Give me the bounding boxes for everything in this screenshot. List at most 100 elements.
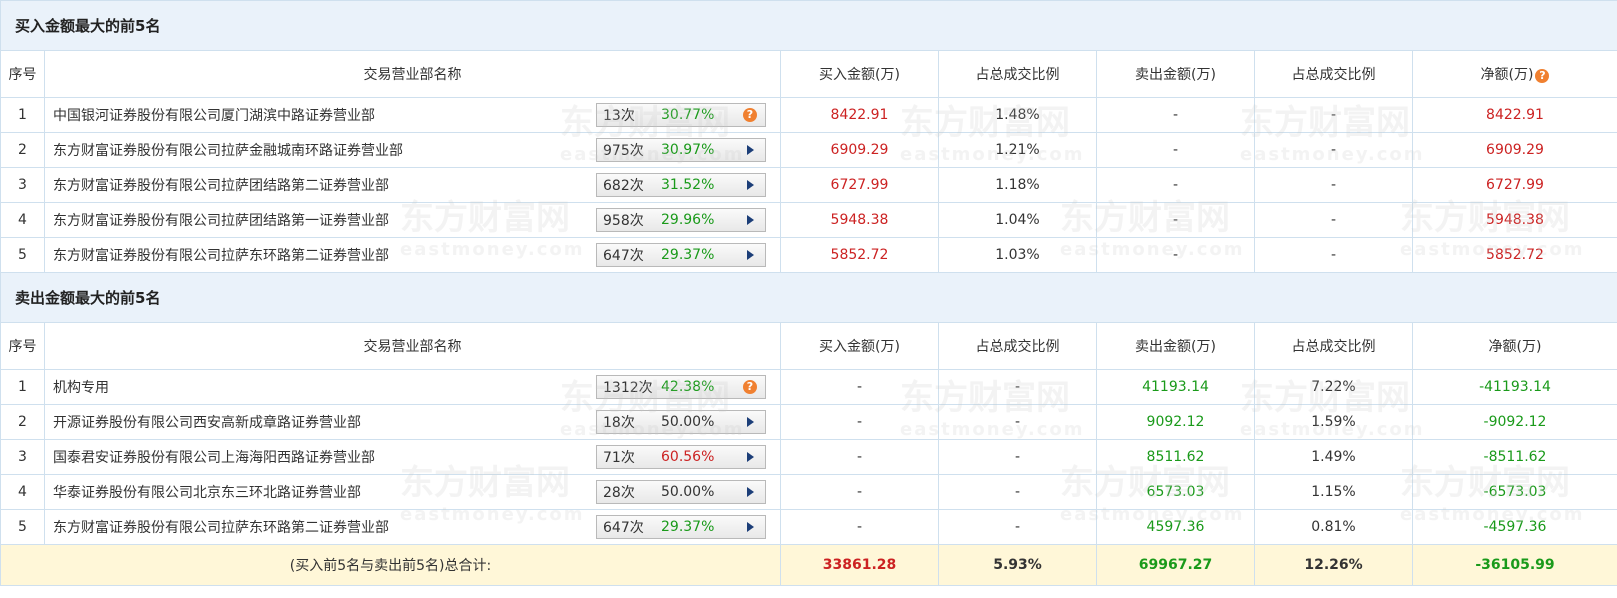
sell-ratio: -: [1254, 167, 1413, 203]
table-row: 2 东方财富证券股份有限公司拉萨金融城南环路证券营业部 975次 30.97% 6909…: [0, 132, 1617, 168]
branch-stats-button[interactable]: 682次 31.52%: [596, 173, 766, 197]
branch-cell: 开源证券股份有限公司西安高新成章路证券营业部 18次 50.00%: [44, 404, 781, 440]
net-amount: -8511.62: [1412, 439, 1617, 475]
branch-stats-button[interactable]: 647次 29.37%: [596, 515, 766, 539]
branch-cell: 东方财富证券股份有限公司拉萨团结路第二证券营业部 682次 31.52%: [44, 167, 781, 203]
total-row: (买入前5名与卖出前5名)总合计: 33861.28 5.93% 69967.27 12…: [0, 544, 1617, 586]
buy-amount: 6909.29: [780, 132, 939, 168]
buy-ratio: -: [938, 474, 1097, 510]
branch-stats-button[interactable]: 28次 50.00%: [596, 480, 766, 504]
table-row: 5 东方财富证券股份有限公司拉萨东环路第二证券营业部 647次 29.37% - -459…: [0, 509, 1617, 545]
net-amount: -4597.36: [1412, 509, 1617, 545]
sell-amount: 41193.14: [1096, 369, 1255, 405]
win-rate: 29.37%: [661, 519, 715, 535]
net-amount: -6573.03: [1412, 474, 1617, 510]
branch-name[interactable]: 东方财富证券股份有限公司拉萨东环路第二证券营业部: [53, 245, 389, 265]
branch-name[interactable]: 东方财富证券股份有限公司拉萨金融城南环路证券营业部: [53, 140, 403, 160]
branch-stats-button[interactable]: 71次 60.56%: [596, 445, 766, 469]
column-header: 净额(万)?: [1412, 50, 1617, 98]
expand-arrow-icon[interactable]: [747, 250, 754, 260]
column-header: 买入金额(万): [780, 322, 939, 370]
appearance-count: 975次: [603, 143, 644, 159]
branch-name[interactable]: 华泰证券股份有限公司北京东三环北路证券营业部: [53, 482, 361, 502]
help-question-icon[interactable]: ?: [1535, 69, 1550, 83]
appearance-count: 71次: [603, 450, 635, 466]
net-amount: 6727.99: [1412, 167, 1617, 203]
buy-ratio: 1.04%: [938, 202, 1097, 238]
buy-amount: 8422.91: [780, 97, 939, 133]
branch-stats-button[interactable]: 958次 29.96%: [596, 208, 766, 232]
expand-arrow-icon[interactable]: [747, 452, 754, 462]
branch-stats-button[interactable]: 1312次 42.38%?: [596, 375, 766, 399]
column-header-label: 净额(万): [1480, 67, 1534, 83]
column-header: 占总成交比例: [938, 322, 1097, 370]
appearance-count: 958次: [603, 213, 644, 229]
branch-cell: 东方财富证券股份有限公司拉萨东环路第二证券营业部 647次 29.37%: [44, 509, 781, 545]
branch-stats-button[interactable]: 975次 30.97%: [596, 138, 766, 162]
branch-name[interactable]: 东方财富证券股份有限公司拉萨团结路第二证券营业部: [53, 175, 389, 195]
buy-amount: -: [780, 439, 939, 475]
total-sell-ratio: 12.26%: [1254, 544, 1413, 586]
row-index: 5: [0, 237, 45, 273]
appearance-count: 647次: [603, 520, 644, 536]
column-header: 交易营业部名称: [44, 50, 781, 98]
expand-arrow-icon[interactable]: [747, 522, 754, 532]
column-header: 占总成交比例: [938, 50, 1097, 98]
sell-ratio: -: [1254, 237, 1413, 273]
question-icon[interactable]: ?: [743, 380, 757, 394]
net-amount: -9092.12: [1412, 404, 1617, 440]
billboard-table: 买入金额最大的前5名 序号 交易营业部名称 买入金额(万) 占总成交比例 卖出金额(万) 占…: [0, 0, 1617, 586]
branch-cell: 中国银河证券股份有限公司厦门湖滨中路证券营业部 13次 30.77%?: [44, 97, 781, 133]
win-rate: 31.52%: [661, 177, 715, 193]
buy-ratio: 1.03%: [938, 237, 1097, 273]
branch-name[interactable]: 机构专用: [53, 377, 109, 397]
appearance-count: 13次: [603, 108, 635, 124]
sell-amount: -: [1096, 167, 1255, 203]
column-header: 净额(万): [1412, 322, 1617, 370]
sell-amount: 6573.03: [1096, 474, 1255, 510]
branch-name[interactable]: 开源证券股份有限公司西安高新成章路证券营业部: [53, 412, 361, 432]
table-row: 3 国泰君安证券股份有限公司上海海阳西路证券营业部 71次 60.56% - -8511.…: [0, 439, 1617, 475]
branch-name[interactable]: 中国银河证券股份有限公司厦门湖滨中路证券营业部: [53, 105, 375, 125]
row-index: 1: [0, 369, 45, 405]
expand-arrow-icon[interactable]: [747, 180, 754, 190]
branch-name[interactable]: 国泰君安证券股份有限公司上海海阳西路证券营业部: [53, 447, 375, 467]
net-amount: -41193.14: [1412, 369, 1617, 405]
column-header: 交易营业部名称: [44, 322, 781, 370]
sell-ratio: -: [1254, 97, 1413, 133]
total-sell: 69967.27: [1096, 544, 1255, 586]
buy-ratio: -: [938, 404, 1097, 440]
sell-amount: -: [1096, 237, 1255, 273]
column-header: 占总成交比例: [1254, 50, 1413, 98]
expand-arrow-icon[interactable]: [747, 145, 754, 155]
question-icon[interactable]: ?: [743, 108, 757, 122]
buy-amount: 6727.99: [780, 167, 939, 203]
buy-amount: -: [780, 369, 939, 405]
column-header: 买入金额(万): [780, 50, 939, 98]
buy-ratio: -: [938, 509, 1097, 545]
branch-stats-button[interactable]: 13次 30.77%?: [596, 103, 766, 127]
expand-arrow-icon[interactable]: [747, 487, 754, 497]
sell-top5-title: 卖出金额最大的前5名: [0, 272, 1617, 323]
branch-name[interactable]: 东方财富证券股份有限公司拉萨东环路第二证券营业部: [53, 517, 389, 537]
buy-amount: -: [780, 509, 939, 545]
buy-ratio: 1.18%: [938, 167, 1097, 203]
branch-name[interactable]: 东方财富证券股份有限公司拉萨团结路第一证券营业部: [53, 210, 389, 230]
sell-ratio: -: [1254, 202, 1413, 238]
buy-amount: -: [780, 474, 939, 510]
branch-stats-button[interactable]: 18次 50.00%: [596, 410, 766, 434]
branch-stats-button[interactable]: 647次 29.37%: [596, 243, 766, 267]
win-rate: 50.00%: [661, 484, 715, 500]
net-amount: 5852.72: [1412, 237, 1617, 273]
row-index: 4: [0, 474, 45, 510]
expand-arrow-icon[interactable]: [747, 417, 754, 427]
table-row: 5 东方财富证券股份有限公司拉萨东环路第二证券营业部 647次 29.37% 5852.…: [0, 237, 1617, 273]
net-amount: 8422.91: [1412, 97, 1617, 133]
appearance-count: 28次: [603, 485, 635, 501]
buy-top5-title-row: 买入金额最大的前5名: [0, 0, 1617, 51]
branch-cell: 东方财富证券股份有限公司拉萨东环路第二证券营业部 647次 29.37%: [44, 237, 781, 273]
expand-arrow-icon[interactable]: [747, 215, 754, 225]
row-index: 2: [0, 132, 45, 168]
net-amount: 6909.29: [1412, 132, 1617, 168]
sell-ratio: 0.81%: [1254, 509, 1413, 545]
